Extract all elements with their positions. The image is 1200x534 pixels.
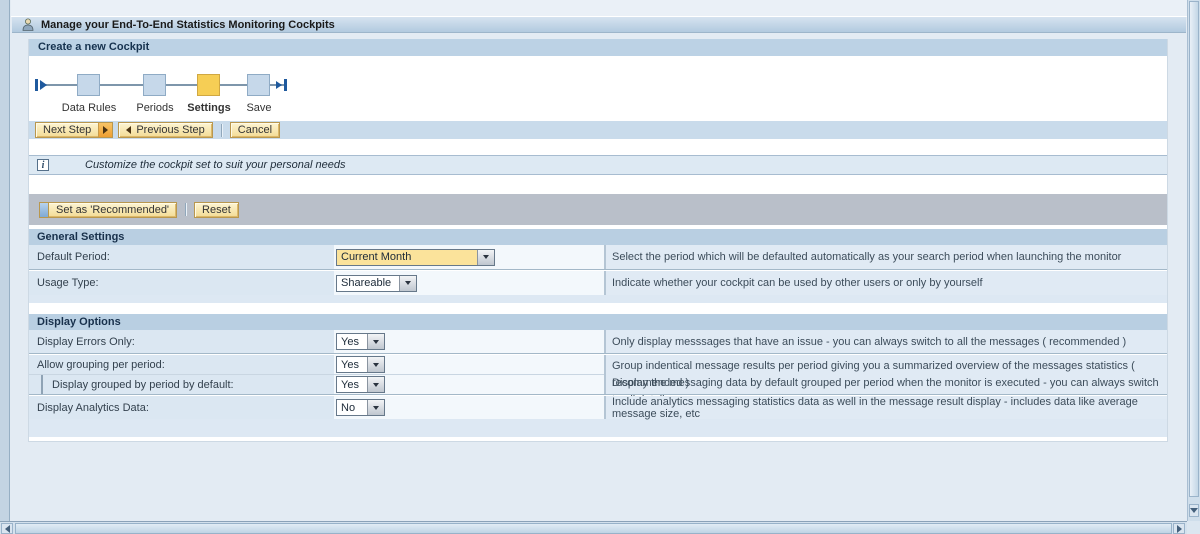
scroll-left-button[interactable] bbox=[1, 523, 13, 534]
main-area: Manage your End-To-End Statistics Monito… bbox=[11, 0, 1187, 521]
set-as-recommended-button[interactable]: Set as 'Recommended' bbox=[39, 202, 177, 218]
usage-type-dropdown[interactable]: Shareable bbox=[336, 275, 417, 292]
horizontal-scrollbar[interactable] bbox=[0, 521, 1187, 534]
toolbar-separator bbox=[221, 124, 222, 137]
table-footer-strip bbox=[29, 419, 1167, 437]
usage-type-label: Usage Type: bbox=[29, 271, 334, 295]
allow-grouping-dropdown[interactable]: Yes bbox=[336, 356, 385, 373]
allow-grouping-label: Allow grouping per period: bbox=[29, 355, 334, 374]
spacer bbox=[29, 303, 1167, 314]
reset-button[interactable]: Reset bbox=[194, 202, 239, 218]
grouped-by-default-help-text: Display the messaging data by default gr… bbox=[612, 375, 1167, 392]
chevron-down-icon[interactable] bbox=[367, 334, 384, 349]
roadmap-step-save[interactable] bbox=[247, 74, 270, 96]
setting-row-display-errors-only: Display Errors Only: Yes Only display me… bbox=[29, 330, 1167, 353]
grouped-by-default-label: Display grouped by period by default: bbox=[52, 379, 234, 391]
section-header-general-settings: General Settings bbox=[29, 229, 1167, 245]
section-header-display-options: Display Options bbox=[29, 314, 1167, 330]
roadmap-start-icon bbox=[35, 79, 38, 91]
arrow-left-icon bbox=[5, 525, 10, 533]
display-analytics-label: Display Analytics Data: bbox=[29, 396, 334, 419]
cancel-button[interactable]: Cancel bbox=[230, 122, 280, 138]
info-icon: i bbox=[37, 159, 49, 171]
display-errors-only-label: Display Errors Only: bbox=[29, 330, 334, 353]
arrow-down-icon bbox=[1190, 508, 1198, 513]
left-page-margin bbox=[0, 0, 10, 521]
wizard-toolbar: Next Step Previous Step Cancel bbox=[29, 121, 1167, 139]
previous-arrow-icon bbox=[126, 126, 131, 134]
display-analytics-dropdown[interactable]: No bbox=[336, 399, 385, 416]
roadmap-step-label: Data Rules bbox=[62, 102, 116, 114]
default-period-label: Default Period: bbox=[29, 245, 334, 269]
scrollbar-corner bbox=[1187, 521, 1200, 534]
content-panel: Create a new Cockpit Data Rules Periods … bbox=[28, 39, 1168, 442]
spacer bbox=[29, 175, 1167, 194]
setting-row-allow-grouping: Allow grouping per period: Yes bbox=[29, 355, 604, 374]
setting-row-display-analytics: Display Analytics Data: No Include analy… bbox=[29, 396, 1167, 419]
roadmap-step-settings[interactable] bbox=[197, 74, 220, 96]
info-message-text: Customize the cockpit set to suit your p… bbox=[85, 159, 345, 171]
usage-type-help-text: Indicate whether your cockpit can be use… bbox=[604, 271, 1167, 295]
setting-row-usage-type: Usage Type: Shareable Indicate whether y… bbox=[29, 271, 1167, 295]
roadmap-step-data-rules[interactable] bbox=[77, 74, 100, 96]
display-errors-only-help-text: Only display messsages that have an issu… bbox=[604, 330, 1167, 353]
indent-guide bbox=[41, 375, 43, 394]
person-icon bbox=[22, 18, 34, 31]
wizard-roadmap: Data Rules Periods Settings Save bbox=[29, 56, 1167, 121]
scroll-right-button[interactable] bbox=[1173, 523, 1185, 534]
vertical-scrollbar[interactable] bbox=[1187, 0, 1200, 521]
page-title: Manage your End-To-End Statistics Monito… bbox=[41, 19, 335, 31]
roadmap-step-periods[interactable] bbox=[143, 74, 166, 96]
panel-title: Create a new Cockpit bbox=[29, 39, 1167, 56]
setting-row-grouped-by-default: Display grouped by period by default: Ye… bbox=[29, 375, 604, 394]
setting-row-group-grouping: Allow grouping per period: Yes Display g… bbox=[29, 355, 1167, 394]
window-titlebar: Manage your End-To-End Statistics Monito… bbox=[12, 17, 1186, 33]
roadmap-start-arrow-icon bbox=[40, 80, 47, 90]
display-errors-only-dropdown[interactable]: Yes bbox=[336, 333, 385, 350]
chevron-down-icon[interactable] bbox=[367, 377, 384, 392]
roadmap-end-arrow-icon bbox=[276, 81, 282, 89]
grouped-by-default-dropdown[interactable]: Yes bbox=[336, 376, 385, 393]
vertical-scrollbar-thumb[interactable] bbox=[1189, 1, 1199, 497]
next-step-button[interactable]: Next Step bbox=[35, 122, 113, 138]
chevron-down-icon[interactable] bbox=[367, 357, 384, 372]
scroll-down-button[interactable] bbox=[1189, 504, 1199, 517]
top-page-margin bbox=[11, 0, 1187, 17]
roadmap-step-label: Settings bbox=[187, 102, 230, 114]
roadmap-step-label: Periods bbox=[136, 102, 173, 114]
table-footer-strip bbox=[29, 295, 1167, 303]
recommended-marker-icon bbox=[40, 203, 49, 217]
actions-toolbar: Set as 'Recommended' Reset bbox=[29, 194, 1167, 225]
roadmap-end-icon bbox=[284, 79, 287, 91]
arrow-right-icon bbox=[1177, 525, 1182, 533]
chevron-down-icon[interactable] bbox=[399, 276, 416, 291]
previous-step-button[interactable]: Previous Step bbox=[118, 122, 212, 138]
display-analytics-help-text: Include analytics messaging statistics d… bbox=[604, 396, 1167, 419]
info-message-bar: i Customize the cockpit set to suit your… bbox=[29, 155, 1167, 175]
chevron-down-icon[interactable] bbox=[367, 400, 384, 415]
toolbar-separator bbox=[185, 203, 186, 216]
spacer bbox=[29, 139, 1167, 155]
allow-grouping-help-text: Group indentical message results per per… bbox=[612, 358, 1167, 375]
default-period-help-text: Select the period which will be defaulte… bbox=[604, 245, 1167, 269]
horizontal-scrollbar-thumb[interactable] bbox=[15, 523, 1172, 534]
default-period-dropdown[interactable]: Current Month bbox=[336, 249, 495, 266]
chevron-down-icon[interactable] bbox=[477, 250, 494, 265]
roadmap-step-label: Save bbox=[246, 102, 271, 114]
setting-row-default-period: Default Period: Current Month Select the… bbox=[29, 245, 1167, 269]
next-arrow-icon bbox=[98, 123, 112, 137]
